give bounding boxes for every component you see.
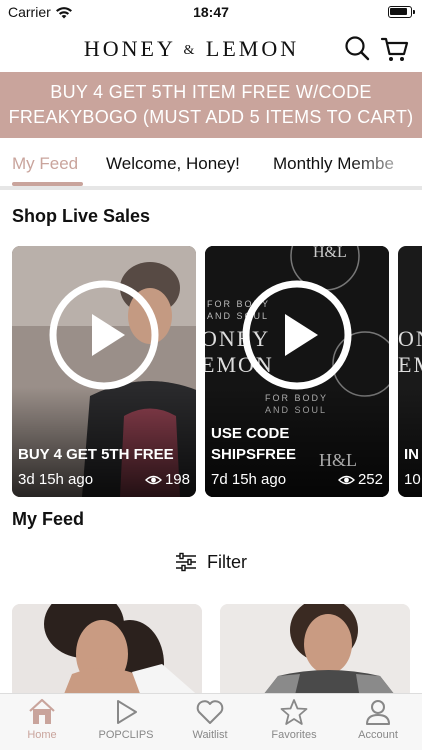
view-count-value: 252	[357, 471, 383, 488]
heart-icon	[196, 700, 224, 724]
logo-word-honey: HONEY	[83, 36, 176, 61]
star-icon	[280, 699, 308, 725]
bottom-tab-bar: Home POPCLIPS Waitlist Favorites Account	[0, 693, 422, 750]
eye-icon	[144, 475, 162, 484]
feed-post-card[interactable]	[12, 604, 202, 699]
tab-my-feed[interactable]: My Feed	[12, 154, 78, 174]
sliders-icon	[176, 552, 196, 572]
live-card-title: BUY 4 GET 5TH FREE	[18, 446, 174, 463]
header: HONEY & LEMON	[0, 24, 422, 72]
my-feed-title: My Feed	[12, 509, 85, 529]
play-icon[interactable]	[49, 280, 159, 390]
cart-icon[interactable]	[380, 34, 410, 64]
live-card-title: USE CODE SHIPSFREE	[211, 423, 386, 465]
filter-label: Filter	[207, 551, 247, 572]
active-tab-indicator	[12, 182, 83, 186]
promo-line-2: FREAKYBOGO (MUST ADD 5 ITEMS TO CART)	[8, 107, 414, 127]
tab-popclips-label: POPCLIPS	[98, 729, 154, 741]
tab-account[interactable]: Account	[336, 698, 420, 741]
live-video-card[interactable]: ONE EM IN 10	[398, 246, 422, 497]
tab-home-label: Home	[27, 729, 57, 741]
status-bar: Carrier 18:47	[0, 0, 422, 24]
live-video-card[interactable]: BUY 4 GET 5TH FREE 3d 15h ago 198	[12, 246, 196, 497]
tab-favorites[interactable]: Favorites	[252, 698, 336, 741]
battery-icon	[388, 6, 415, 18]
live-card-age: 7d 15h ago	[211, 471, 287, 488]
brand-wordmark: ONE EM	[398, 326, 422, 378]
tab-account-label: Account	[358, 729, 398, 741]
promo-banner[interactable]: BUY 4 GET 5TH ITEM FREE W/CODE FREAKYBOG…	[0, 72, 422, 138]
brand-mark: H&L	[313, 246, 347, 261]
eye-icon	[337, 475, 355, 484]
live-card-title-line-2: SHIPSFREE	[211, 446, 297, 463]
view-count: 252	[337, 471, 383, 488]
user-icon	[366, 700, 390, 725]
live-card-title: IN	[404, 446, 419, 463]
tab-favorites-label: Favorites	[271, 729, 317, 741]
brand-logo[interactable]: HONEY & LEMON	[0, 36, 383, 62]
tab-waitlist[interactable]: Waitlist	[168, 698, 252, 741]
play-icon	[117, 700, 137, 724]
filter-button[interactable]: Filter	[175, 550, 247, 574]
tab-waitlist-label: Waitlist	[192, 729, 228, 741]
live-card-age: 3d 15h ago	[18, 471, 94, 488]
tab-home[interactable]: Home	[0, 698, 84, 741]
live-card-age: 10	[404, 471, 421, 488]
view-count-value: 198	[164, 471, 190, 488]
wordmark-line-1: ONE	[398, 326, 422, 351]
feed-post-card[interactable]	[220, 604, 410, 699]
tab-popclips[interactable]: POPCLIPS	[84, 698, 168, 741]
logo-ampersand: &	[183, 42, 198, 58]
live-video-card[interactable]: H&L FOR BODY AND SOUL ONEY EMON FOR BODY…	[205, 246, 389, 497]
live-card-title-line-1: USE CODE	[211, 425, 290, 442]
live-sales-carousel[interactable]: BUY 4 GET 5TH FREE 3d 15h ago 198 H&L FO…	[0, 246, 422, 497]
view-count: 198	[144, 471, 190, 488]
post-thumbnail	[12, 604, 202, 699]
clock: 18:47	[193, 4, 229, 20]
search-icon[interactable]	[342, 34, 372, 64]
post-thumbnail	[220, 604, 410, 699]
wordmark-line-2: EM	[398, 352, 422, 377]
feed-tabs: My Feed Welcome, Honey! Monthly Membe	[0, 138, 422, 190]
tab-welcome-honey[interactable]: Welcome, Honey!	[106, 154, 240, 174]
shop-live-sales-title: Shop Live Sales	[12, 206, 151, 226]
logo-word-lemon: LEMON	[205, 36, 300, 61]
play-icon[interactable]	[242, 280, 352, 390]
promo-line-1: BUY 4 GET 5TH ITEM FREE W/CODE	[50, 82, 372, 102]
home-icon	[29, 698, 55, 724]
tab-fade	[350, 148, 422, 182]
